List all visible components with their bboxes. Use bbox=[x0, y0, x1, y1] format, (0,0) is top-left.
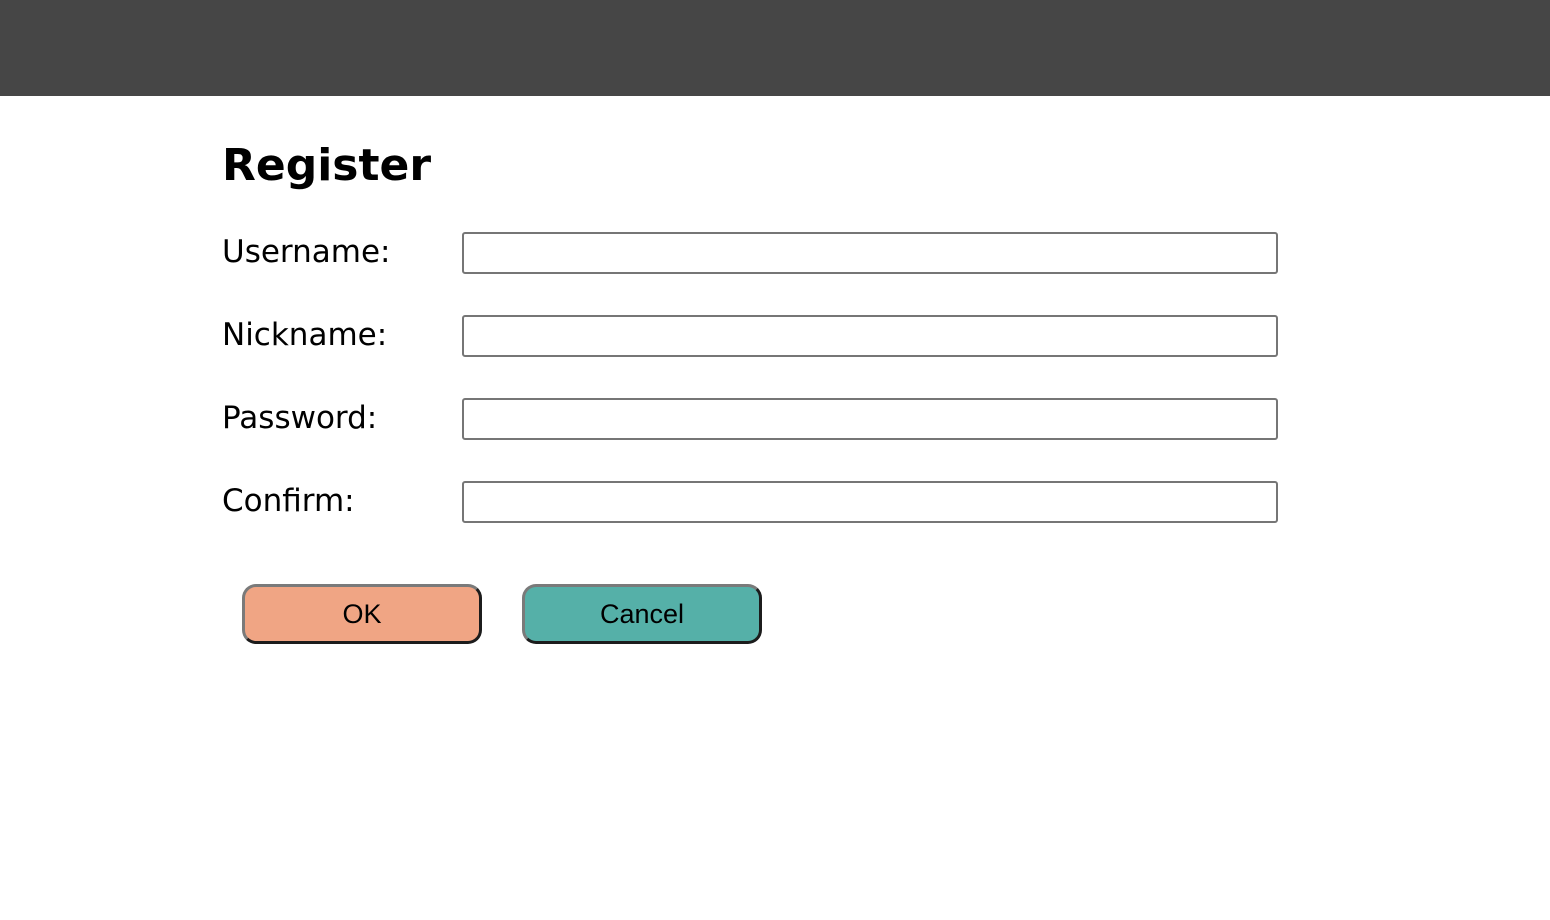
nickname-label: Nickname: bbox=[222, 317, 388, 353]
password-input[interactable] bbox=[462, 398, 1278, 440]
username-input[interactable] bbox=[462, 232, 1278, 274]
page-title: Register bbox=[222, 140, 432, 191]
confirm-row: Confirm: bbox=[222, 481, 1282, 523]
ok-button[interactable]: OK bbox=[242, 584, 482, 644]
nickname-input[interactable] bbox=[462, 315, 1278, 357]
confirm-password-input[interactable] bbox=[462, 481, 1278, 523]
username-label: Username: bbox=[222, 234, 391, 270]
nickname-row: Nickname: bbox=[222, 315, 1282, 357]
password-label: Password: bbox=[222, 400, 378, 436]
password-row: Password: bbox=[222, 398, 1282, 440]
confirm-label: Confirm: bbox=[222, 483, 355, 519]
username-row: Username: bbox=[222, 232, 1282, 274]
cancel-button[interactable]: Cancel bbox=[522, 584, 762, 644]
top-bar bbox=[0, 0, 1550, 96]
